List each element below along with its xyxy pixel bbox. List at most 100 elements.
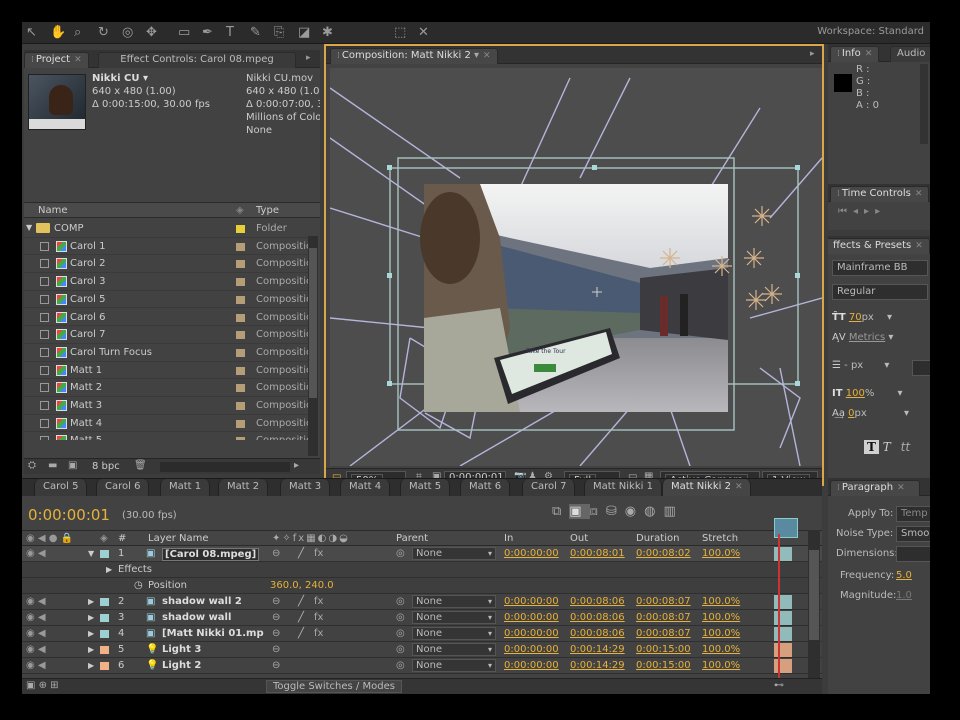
axis-mode-icon[interactable]: ⬚ bbox=[394, 25, 406, 40]
visibility-icons[interactable]: ◉ ◀ bbox=[26, 660, 46, 671]
viewer-canvas[interactable]: Take the Tour bbox=[330, 68, 822, 466]
effects-switch-icon[interactable]: fx bbox=[314, 548, 323, 559]
eraser-tool-icon[interactable]: ◪ bbox=[298, 25, 310, 40]
frame-blending-icon[interactable]: ⛁ bbox=[606, 504, 625, 519]
quality-switch-icon[interactable]: ╱ bbox=[298, 548, 304, 559]
layer-in-time[interactable]: 0:00:00:00 bbox=[504, 612, 559, 623]
label-swatch[interactable] bbox=[236, 384, 245, 393]
horizontal-scrollbar[interactable] bbox=[160, 462, 290, 472]
item-checkbox[interactable] bbox=[40, 418, 49, 428]
timeline-tab[interactable]: Matt 3 bbox=[280, 479, 331, 497]
dropdown-icon[interactable]: ▾ bbox=[904, 408, 909, 419]
timeline-tab[interactable]: Matt Nikki 1 bbox=[584, 479, 662, 497]
snap-icon[interactable]: ✕ bbox=[418, 25, 429, 40]
layer-duration-bar[interactable] bbox=[774, 643, 792, 657]
layer-stretch[interactable]: 100.0% bbox=[702, 612, 740, 623]
project-item-row[interactable]: Carol 2 Compositic bbox=[24, 255, 308, 274]
zoom-tool-icon[interactable]: ⌕ bbox=[74, 25, 81, 40]
timeline-tab[interactable]: Matt 2 bbox=[218, 479, 269, 497]
effects-switch-icon[interactable]: fx bbox=[314, 612, 323, 623]
vertical-scale-row[interactable]: IT 100% ▾ bbox=[832, 388, 903, 399]
item-checkbox[interactable] bbox=[40, 259, 49, 269]
timeline-layer-row[interactable]: ◉ ◀ ▶ 2 ▣ shadow wall 2 ⊖ ╱ fx ◎ None ▾ 0:00:00:00 0… bbox=[22, 594, 822, 610]
layer-stretch[interactable]: 100.0% bbox=[702, 644, 740, 655]
layer-duration[interactable]: 0:00:15:00 bbox=[636, 644, 691, 655]
layer-in-time[interactable]: 0:00:00:00 bbox=[504, 548, 559, 559]
pickwhip-icon[interactable]: ◎ bbox=[396, 612, 405, 623]
shy-switch-icon[interactable]: ⊖ bbox=[272, 660, 280, 671]
column-stretch[interactable]: Stretch bbox=[702, 533, 738, 544]
kerning-row[interactable]: A̧V Metrics ▾ bbox=[832, 332, 893, 343]
project-item-row[interactable]: Matt 5 Compositic bbox=[24, 432, 308, 440]
timeline-layer-row[interactable]: ◉ ◀ ▶ 5 💡 Light 3 ⊖ ◎ None ▾ 0:00:00:00 0:00:14:29… bbox=[22, 642, 822, 658]
project-item-row[interactable]: Carol 3 Compositic bbox=[24, 273, 308, 291]
timeline-layer-row[interactable]: ◉ ◀ ▼ 1 ▣ [Carol 08.mpeg] ⊖ ╱ fx ◎ None ▾ 0:00:00:0… bbox=[22, 546, 822, 562]
column-layer-name[interactable]: Layer Name bbox=[148, 533, 209, 544]
column-in[interactable]: In bbox=[504, 533, 513, 544]
collapse-triangle-icon[interactable]: ▼ bbox=[88, 549, 94, 558]
item-checkbox[interactable] bbox=[40, 312, 49, 322]
label-swatch[interactable] bbox=[236, 260, 245, 269]
layer-duration[interactable]: 0:00:08:07 bbox=[636, 596, 691, 607]
item-checkbox[interactable] bbox=[40, 365, 49, 375]
layer-stretch[interactable]: 100.0% bbox=[702, 660, 740, 671]
close-icon[interactable]: ✕ bbox=[915, 241, 923, 251]
timeline-tab[interactable]: Matt Nikki 2 ✕ bbox=[662, 479, 752, 497]
item-checkbox[interactable] bbox=[40, 401, 49, 410]
timeline-scrollbar[interactable] bbox=[808, 530, 820, 678]
tab-composition[interactable]: ⁞ Composition: Matt Nikki 2 ▾ ✕ bbox=[330, 48, 498, 64]
tab-info[interactable]: ⁞ Info ✕ bbox=[830, 46, 880, 62]
pickwhip-icon[interactable]: ◎ bbox=[396, 660, 405, 671]
pan-behind-tool-icon[interactable]: ✥ bbox=[146, 25, 157, 40]
position-property-row[interactable]: ◷ Position 360.0, 240.0 bbox=[22, 578, 822, 594]
new-folder-icon[interactable]: ▬ bbox=[48, 460, 57, 471]
dropdown-icon[interactable]: ▾ bbox=[888, 332, 893, 343]
leading-value[interactable]: - px bbox=[844, 360, 863, 371]
quality-switch-icon[interactable]: ╱ bbox=[298, 596, 304, 607]
label-color[interactable] bbox=[100, 598, 109, 606]
scrollbar-thumb[interactable] bbox=[809, 550, 819, 640]
layer-duration[interactable]: 0:00:08:02 bbox=[636, 548, 691, 559]
layer-name[interactable]: [Matt Nikki 01.mp bbox=[162, 628, 264, 639]
layer-duration[interactable]: 0:00:08:07 bbox=[636, 628, 691, 639]
label-swatch[interactable] bbox=[236, 242, 245, 251]
font-size-row[interactable]: T̂T 70px ▾ bbox=[832, 312, 892, 323]
dropdown-icon[interactable]: ▾ bbox=[898, 388, 903, 399]
visibility-icons[interactable]: ◉ ◀ bbox=[26, 548, 46, 559]
project-item-row[interactable]: Carol 6 Compositic bbox=[24, 309, 308, 327]
expand-triangle-icon[interactable]: ▶ bbox=[88, 629, 94, 638]
magnitude-value[interactable]: 1.0 bbox=[896, 590, 912, 601]
layer-stretch[interactable]: 100.0% bbox=[702, 548, 740, 559]
timeline-layer-row[interactable]: ◉ ◀ ▶ 6 💡 Light 2 ⊖ ◎ None ▾ 0:00:00:00 0:00:14:29… bbox=[22, 658, 822, 674]
label-color[interactable] bbox=[100, 646, 109, 654]
label-swatch[interactable] bbox=[236, 313, 245, 322]
timeline-layer-row[interactable]: ◉ ◀ ▶ 4 ▣ [Matt Nikki 01.mp ⊖ ╱ fx ◎ None ▾ 0:00:00… bbox=[22, 626, 822, 642]
all-caps-button[interactable]: tt bbox=[901, 440, 910, 454]
shy-switch-icon[interactable]: ⊖ bbox=[272, 548, 280, 559]
faux-bold-button[interactable]: T bbox=[864, 440, 879, 454]
shy-switch-icon[interactable]: ⊖ bbox=[272, 612, 280, 623]
dropdown-icon[interactable]: ▾ bbox=[887, 312, 892, 323]
dropdown-icon[interactable]: ▾ bbox=[488, 629, 492, 638]
workspace-selector[interactable]: Workspace: Standard bbox=[817, 26, 924, 37]
pickwhip-icon[interactable]: ◎ bbox=[396, 644, 405, 655]
parent-dropdown[interactable]: None bbox=[412, 595, 496, 608]
timeline-layer-row[interactable]: ◉ ◀ ▶ 3 ▣ shadow wall ⊖ ╱ fx ◎ None ▾ 0:00:00:00 0:0… bbox=[22, 610, 822, 626]
tab-audio[interactable]: Audio bbox=[890, 46, 930, 62]
timeline-tab[interactable]: Matt 4 bbox=[340, 479, 391, 497]
effects-switch-icon[interactable]: fx bbox=[314, 596, 323, 607]
comp-mini-flowchart-icon[interactable]: ⧉ bbox=[552, 504, 569, 519]
brainstorm-icon[interactable]: ◍ bbox=[644, 504, 663, 519]
label-swatch[interactable] bbox=[236, 419, 245, 428]
pickwhip-icon[interactable]: ◎ bbox=[396, 548, 405, 559]
noise-type-dropdown[interactable]: Smoo bbox=[896, 526, 930, 542]
toggle-switches-modes-button[interactable]: Toggle Switches / Modes bbox=[266, 680, 402, 693]
shy-switch-icon[interactable]: ⊖ bbox=[272, 628, 280, 639]
font-family-field[interactable]: Mainframe BB bbox=[832, 260, 928, 276]
quality-switch-icon[interactable]: ╱ bbox=[298, 628, 304, 639]
layer-duration-bar[interactable] bbox=[774, 659, 792, 673]
tab-time-controls[interactable]: ⁞ Time Controls ✕ bbox=[830, 186, 930, 202]
parent-dropdown[interactable]: None bbox=[412, 643, 496, 656]
camera-tool-icon[interactable]: ◎ bbox=[122, 25, 133, 40]
timeline-tab[interactable]: Carol 7 bbox=[522, 479, 576, 497]
